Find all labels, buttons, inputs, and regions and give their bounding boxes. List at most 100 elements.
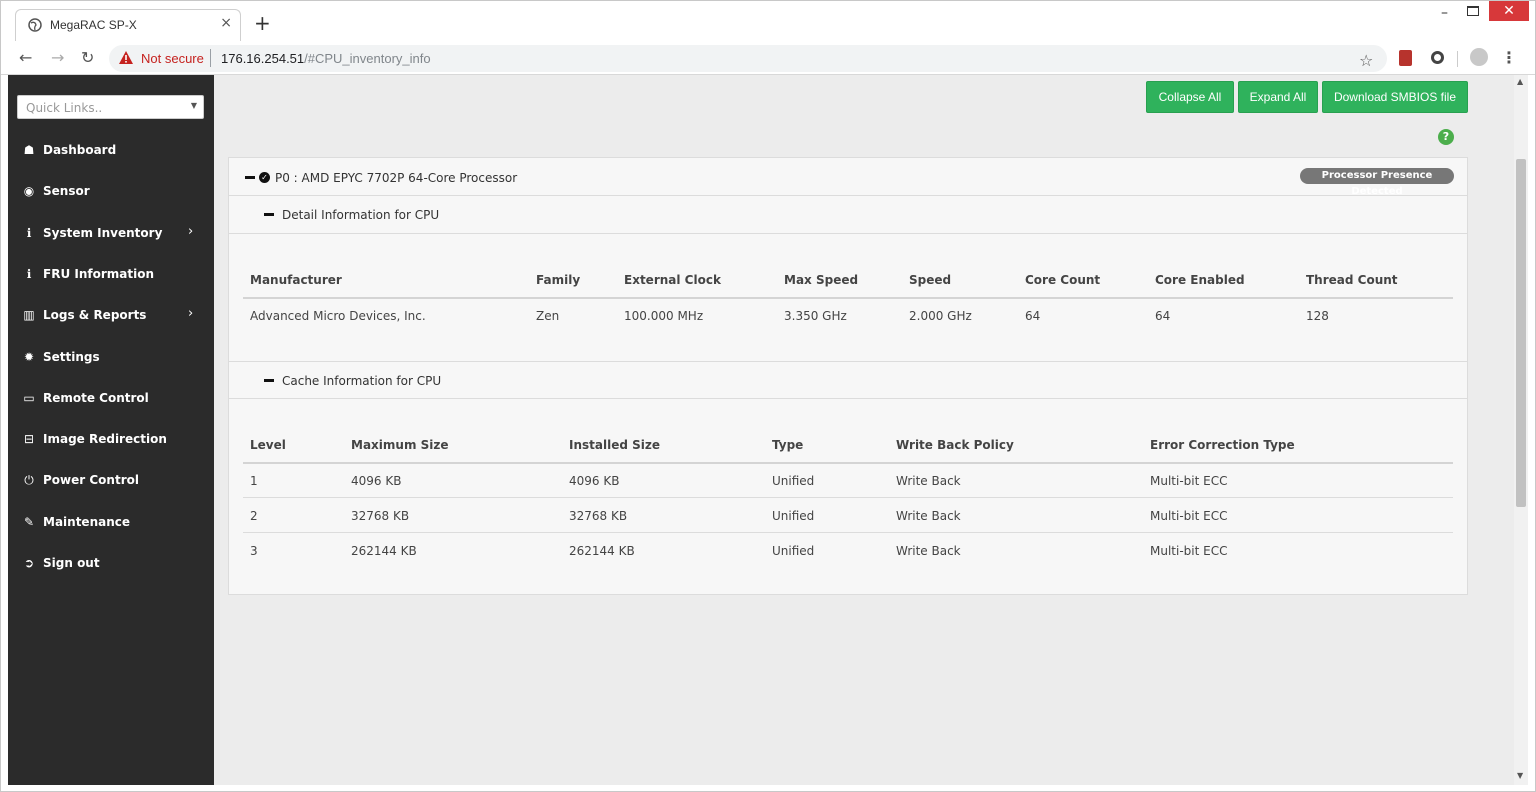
sidebar-item-sensor[interactable]: ◉ Sensor: [8, 172, 214, 212]
cache-cell: 1: [250, 474, 258, 488]
detail-cell: Advanced Micro Devices, Inc.: [250, 309, 426, 323]
cache-cell: 4096 KB: [351, 474, 402, 488]
vertical-scrollbar[interactable]: ▲ ▼: [1514, 75, 1528, 785]
cache-column-header: Maximum Size: [351, 438, 449, 452]
security-status[interactable]: Not secure: [141, 51, 204, 66]
toolbar-divider: [1457, 51, 1458, 67]
address-bar[interactable]: Not secure 176.16.254.51/#CPU_inventory_…: [109, 45, 1387, 72]
sidebar-item-dashboard[interactable]: ☗ Dashboard: [8, 131, 214, 171]
warning-icon: [119, 51, 133, 64]
cache-column-header: Error Correction Type: [1150, 438, 1295, 452]
quick-links-placeholder: Quick Links..: [26, 101, 103, 115]
sidebar-item-label: Power Control: [43, 473, 139, 488]
reload-icon[interactable]: ↻: [81, 48, 94, 67]
sidebar-item-fru-information[interactable]: ℹ FRU Information: [8, 255, 214, 295]
scroll-down-icon[interactable]: ▼: [1517, 771, 1523, 780]
check-circle-icon: ✓: [259, 172, 270, 183]
chevron-right-icon: ›: [188, 306, 194, 322]
wrench-icon: ✎: [23, 514, 35, 529]
expand-all-button[interactable]: Expand All: [1238, 81, 1318, 113]
download-smbios-button[interactable]: Download SMBIOS file: [1322, 81, 1468, 113]
sidebar-item-logs-reports[interactable]: ▥ Logs & Reports ›: [8, 296, 214, 336]
dashboard-icon: ☗: [23, 143, 35, 157]
collapse-minus-icon[interactable]: [264, 379, 274, 382]
info-icon: ℹ: [26, 225, 32, 240]
scrollbar-thumb[interactable]: [1516, 159, 1526, 507]
bookmark-star-icon[interactable]: ☆: [1359, 51, 1373, 70]
cache-column-header: Level: [250, 438, 286, 452]
collapse-all-button[interactable]: Collapse All: [1146, 81, 1234, 113]
tab-title: MegaRAC SP-X: [50, 18, 137, 32]
extension-circle-icon[interactable]: [1431, 51, 1444, 64]
detail-cell: 128: [1306, 309, 1329, 323]
profile-avatar-icon[interactable]: [1470, 48, 1488, 66]
cache-cell: Multi-bit ECC: [1150, 509, 1228, 523]
back-arrow-icon[interactable]: ←: [19, 48, 32, 67]
sidebar-item-label: Sign out: [43, 556, 100, 570]
collapse-minus-icon[interactable]: [264, 213, 274, 216]
detail-cell: Zen: [536, 309, 560, 323]
detail-section-header[interactable]: Detail Information for CPU: [229, 196, 1467, 234]
help-icon[interactable]: ?: [1438, 129, 1454, 145]
sidebar-item-label: Logs & Reports: [43, 308, 147, 323]
sidebar-item-label: Maintenance: [43, 514, 131, 529]
detail-section-title: Detail Information for CPU: [282, 208, 440, 222]
cache-cell: Write Back: [896, 544, 961, 558]
detail-cell: 2.000 GHz: [909, 309, 972, 323]
scroll-up-icon[interactable]: ▲: [1517, 77, 1523, 86]
sidebar-item-power-control[interactable]: ⏻ Power Control: [8, 461, 214, 501]
sensor-icon: ◉: [23, 184, 35, 199]
cache-cell: Write Back: [896, 509, 961, 523]
detail-column-header: Core Count: [1025, 273, 1101, 287]
browser-tab[interactable]: MegaRAC SP-X ×: [15, 9, 241, 41]
sidebar-item-label: System Inventory: [43, 225, 163, 240]
power-icon: ⏻: [24, 473, 34, 488]
cache-cell: 32768 KB: [351, 509, 410, 523]
sidebar-item-maintenance[interactable]: ✎ Maintenance: [8, 503, 214, 543]
cache-cell: Unified: [772, 474, 815, 488]
detail-cell: 100.000 MHz: [624, 309, 704, 323]
sidebar-item-label: Image Redirection: [43, 432, 167, 447]
collapse-minus-icon[interactable]: [245, 176, 255, 179]
row-divider: [243, 532, 1453, 533]
tab-close-icon[interactable]: ×: [220, 15, 232, 31]
cache-cell: 32768 KB: [569, 509, 628, 523]
quick-links-select[interactable]: Quick Links.. ▼: [17, 95, 204, 119]
monitor-icon: ▭: [23, 390, 35, 405]
detail-column-header: Core Enabled: [1155, 273, 1245, 287]
sidebar-item-system-inventory[interactable]: ℹ System Inventory ›: [8, 214, 214, 254]
cache-cell: 3: [250, 544, 258, 558]
processor-header[interactable]: ✓ P0 : AMD EPYC 7702P 64-Core Processor …: [229, 158, 1467, 197]
url-text[interactable]: 176.16.254.51/#CPU_inventory_info: [221, 51, 431, 66]
cache-cell: Unified: [772, 544, 815, 558]
sign-out-icon: ➲: [23, 556, 35, 570]
maximize-button[interactable]: [1467, 6, 1479, 16]
sidebar-item-sign-out[interactable]: ➲ Sign out: [8, 544, 214, 584]
globe-icon: [28, 18, 42, 32]
cache-cell: 262144 KB: [351, 544, 417, 558]
cache-cell: Unified: [772, 509, 815, 523]
forward-arrow-icon[interactable]: →: [51, 48, 64, 67]
pdf-extension-icon[interactable]: [1399, 50, 1412, 66]
url-path: /#CPU_inventory_info: [304, 51, 431, 66]
sidebar-item-label: Dashboard: [43, 143, 117, 157]
sidebar-item-remote-control[interactable]: ▭ Remote Control: [8, 379, 214, 419]
minimize-button[interactable]: –: [1441, 5, 1448, 21]
close-window-button[interactable]: ✕: [1489, 1, 1529, 21]
row-divider: [243, 497, 1453, 498]
cache-cell: 4096 KB: [569, 474, 620, 488]
cache-cell: Write Back: [896, 474, 961, 488]
detail-cell: 3.350 GHz: [784, 309, 847, 323]
chevron-right-icon: ›: [188, 223, 194, 239]
browser-menu-icon[interactable]: ⋮: [1501, 48, 1517, 67]
detail-column-header: Thread Count: [1306, 273, 1398, 287]
sidebar-item-settings[interactable]: ✹ Settings: [8, 338, 214, 378]
table-divider: [243, 462, 1453, 464]
chevron-down-icon: ▼: [190, 101, 197, 110]
main-content: Collapse All Expand All Download SMBIOS …: [214, 75, 1514, 785]
cache-section-header[interactable]: Cache Information for CPU: [229, 361, 1467, 399]
detail-cell: 64: [1155, 309, 1171, 323]
new-tab-button[interactable]: +: [254, 13, 271, 33]
status-badge: Processor Presence Detected: [1300, 168, 1454, 197]
sidebar-item-image-redirection[interactable]: ⊟ Image Redirection: [8, 420, 214, 460]
